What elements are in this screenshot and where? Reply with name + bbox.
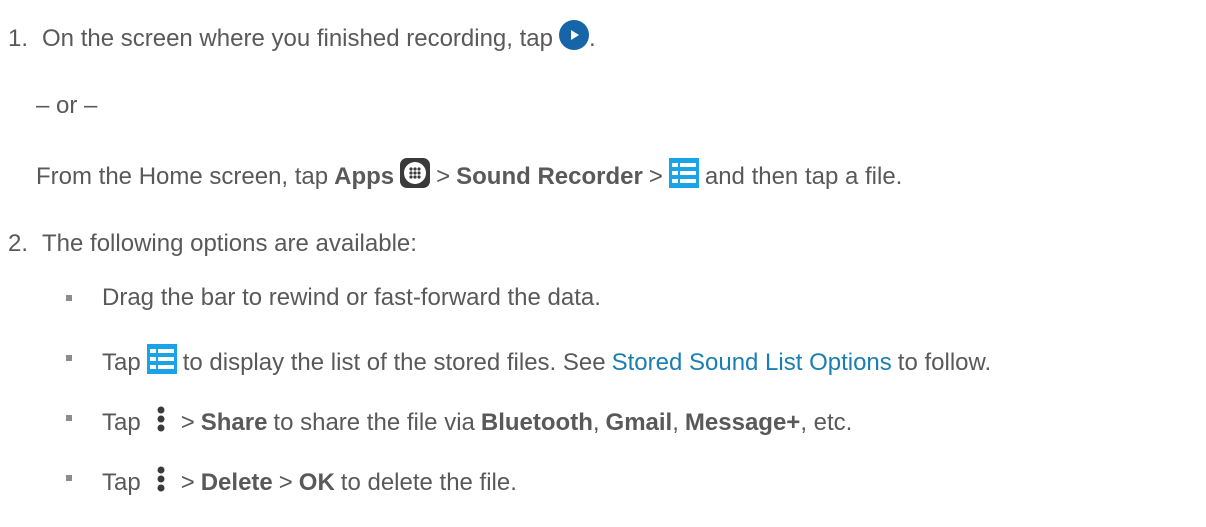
more-options-icon[interactable] (155, 464, 167, 501)
bullet-2-text: to display the list of the stored files.… (182, 348, 606, 376)
step-1: 1. On the screen where you finished reco… (0, 20, 596, 57)
bullet-marker (66, 475, 72, 481)
apps-label: Apps (334, 162, 395, 190)
bullet-2-text-end: to follow. (897, 348, 992, 376)
bluetooth-label: Bluetooth (480, 408, 593, 436)
step-1-text: On the screen where you finished recordi… (42, 24, 553, 52)
bullet-4-text: to delete the file. (340, 468, 517, 496)
bullet-3-tap: Tap (102, 408, 141, 436)
step-1-alt: From the Home screen, tap Apps > Sound R… (36, 158, 902, 195)
sep: > (180, 408, 195, 436)
step-2-text: The following options are available: (42, 230, 417, 257)
bullet-2-tap: Tap (102, 348, 141, 376)
or-text: – or – (36, 92, 98, 119)
step-2: 2. The following options are available: (0, 230, 417, 258)
delete-label: Delete (200, 468, 273, 496)
comma: , (592, 408, 600, 436)
bullet-3: Tap > Share to share the file via Blueto… (102, 404, 852, 441)
play-icon[interactable] (558, 20, 589, 57)
comma: , (672, 408, 679, 436)
sep-2: > (278, 468, 293, 496)
share-label: Share (200, 408, 268, 436)
bullet-3-text: to share the file via (273, 408, 475, 436)
alt-text-1: From the Home screen, tap (36, 162, 329, 190)
bullet-1: Drag the bar to rewind or fast-forward t… (102, 284, 601, 312)
sep-2: > (648, 162, 663, 190)
message-plus-label: Message+ (684, 408, 801, 436)
more-options-icon[interactable] (155, 404, 167, 441)
bullet-marker (66, 415, 72, 421)
bullet-4: Tap > Delete > OK to delete the file. (102, 464, 517, 501)
stored-sound-list-options-link[interactable]: Stored Sound List Options (612, 349, 892, 377)
sep-1: > (180, 468, 195, 496)
step-1-number: 1. (8, 24, 29, 52)
apps-grid-icon[interactable] (400, 158, 431, 195)
step-2-number: 2. (8, 230, 29, 257)
list-icon[interactable] (146, 344, 177, 381)
sep-1: > (436, 162, 451, 190)
sound-recorder-label: Sound Recorder (456, 162, 643, 190)
alt-text-2: and then tap a file. (704, 162, 903, 190)
ok-label: OK (298, 468, 335, 496)
list-icon[interactable] (668, 158, 699, 195)
bullet-4-tap: Tap (102, 468, 141, 496)
bullet-1-text: Drag the bar to rewind or fast-forward t… (102, 284, 601, 311)
bullet-marker (66, 355, 72, 361)
bullet-marker (66, 295, 72, 301)
step-1-period: . (588, 24, 596, 52)
gmail-label: Gmail (605, 408, 673, 436)
or-separator: – or – (36, 92, 97, 120)
etc-text: , etc. (800, 408, 853, 436)
bullet-2: Tap to display the list of the stored fi… (102, 344, 991, 381)
